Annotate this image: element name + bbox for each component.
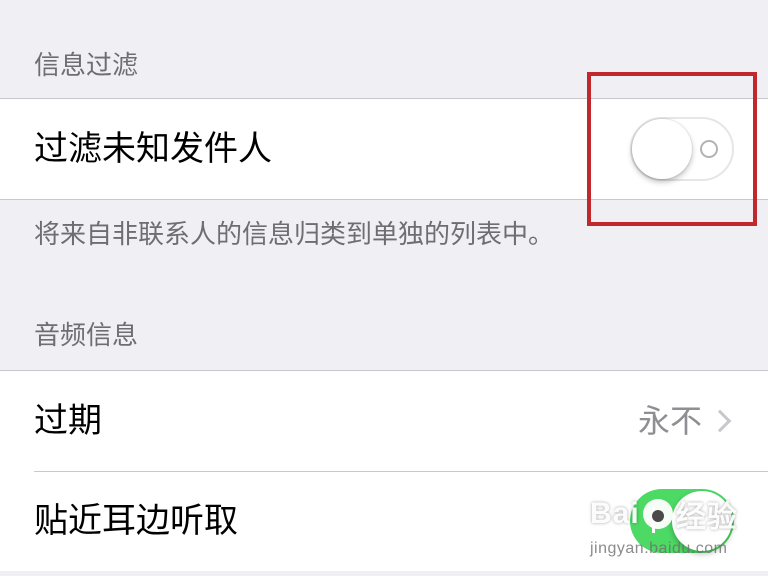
row-label-expire: 过期 [34,401,102,441]
chevron-right-icon [708,409,732,433]
watermark-brand: Bai 经验 [590,492,760,536]
row-label-filter-unknown-senders: 过滤未知发件人 [34,129,272,169]
section-footer-message-filtering: 将来自非联系人的信息归类到单独的列表中。 [34,220,555,250]
highlight-annotation-box [587,72,757,226]
baidu-jingyan-watermark: Bai 经验 jingyan.baidu.com [590,492,760,562]
row-value-expire: 永不 [637,402,702,440]
paw-logo-icon [642,499,673,529]
row-expire[interactable]: 过期 永不 [0,371,768,471]
watermark-url: jingyan.baidu.com [590,540,728,557]
watermark-brand-right: 经验 [675,501,738,534]
settings-page: 信息过滤 过滤未知发件人 将来自非联系人的信息归类到单独的列表中。 音频信息 过… [0,0,768,576]
section-header-message-filtering: 信息过滤 [34,51,139,81]
section-header-audio-messages: 音频信息 [34,321,139,351]
watermark-brand-left: Bai [590,497,640,530]
row-label-raise-to-listen: 贴近耳边听取 [34,501,238,541]
